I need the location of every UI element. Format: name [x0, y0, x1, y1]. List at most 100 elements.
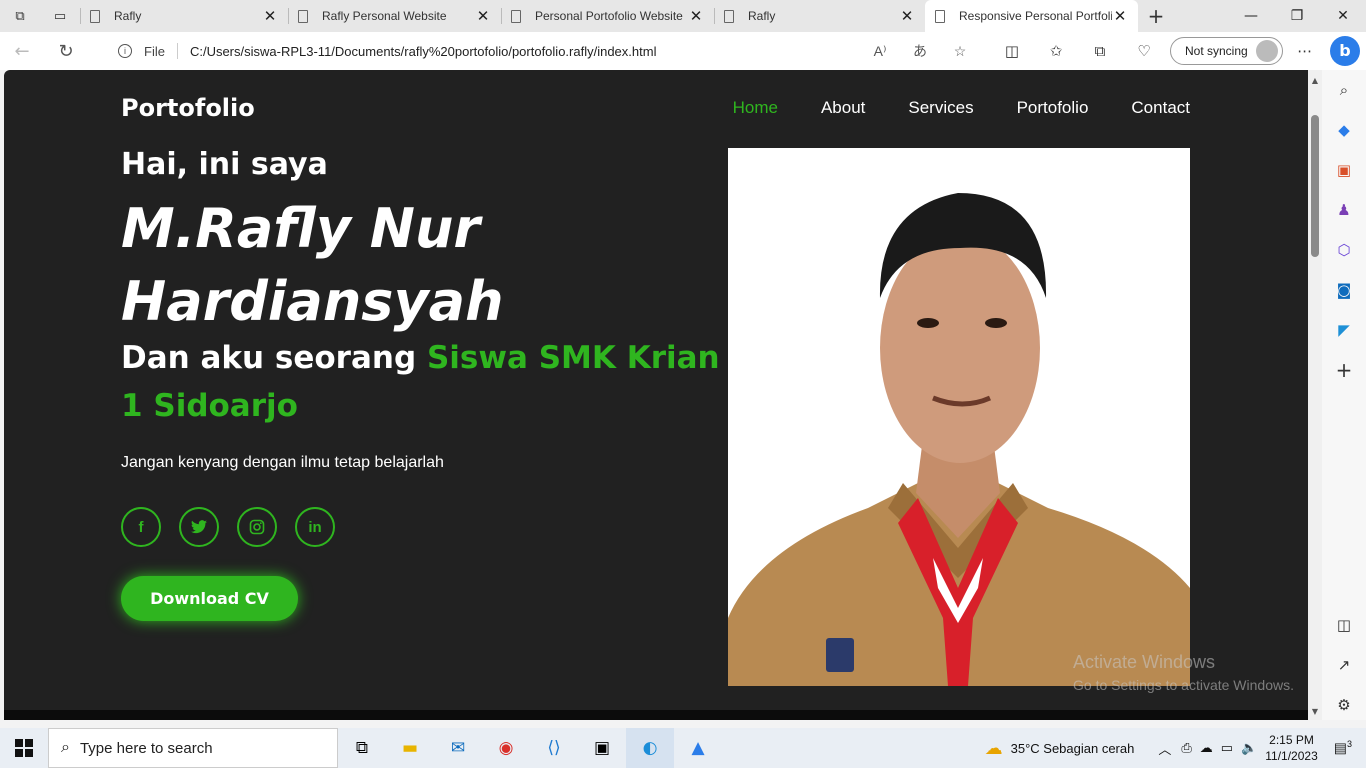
instagram-icon[interactable] [237, 507, 277, 547]
address-bar-row: ← ↻ i File C:/Users/siswa-RPL3-11/Docume… [0, 32, 1366, 70]
volume-icon[interactable]: 🔈 [1241, 740, 1257, 756]
edge-icon[interactable]: ◐ [626, 728, 674, 768]
address-bar[interactable]: i File C:/Users/siswa-RPL3-11/Documents/… [100, 35, 980, 67]
tab-title: Rafly Personal Website [322, 9, 447, 23]
tab-title: Rafly [748, 9, 776, 23]
mail-icon[interactable]: ✉ [434, 728, 482, 768]
hero-motto: Jangan kenyang dengan ilmu tetap belajar… [121, 454, 444, 471]
page-icon [298, 9, 308, 23]
info-icon[interactable]: i [118, 44, 132, 58]
task-view-icon[interactable]: ⧉ [338, 728, 386, 768]
weather-icon[interactable]: ☁ [985, 738, 1003, 759]
tab-separator [501, 8, 502, 24]
file-explorer-icon[interactable]: ▬ [386, 728, 434, 768]
more-menu-icon[interactable]: ⋯ [1283, 42, 1327, 60]
photos-icon[interactable]: ▲ [674, 728, 722, 768]
outlook-icon[interactable]: ◙ [1322, 270, 1366, 310]
collections-icon[interactable]: ⧉ [1078, 42, 1122, 60]
tab-title: Personal Portofolio Website [535, 9, 683, 23]
tab-separator [80, 8, 81, 24]
linkedin-icon[interactable]: in [295, 507, 335, 547]
tab-title: Rafly [114, 9, 142, 23]
clock[interactable]: 2:15 PM 11/1/2023 [1265, 732, 1318, 764]
terminal-icon[interactable]: ▣ [578, 728, 626, 768]
scroll-thumb[interactable] [1311, 115, 1319, 257]
shopping-icon[interactable]: ◆ [1322, 110, 1366, 150]
search-icon[interactable]: ⌕ [1322, 70, 1366, 110]
close-icon[interactable]: ✕ [1112, 7, 1128, 25]
role-prefix: Dan aku seorang [121, 340, 427, 376]
tab-1[interactable]: Rafly ✕ [80, 0, 288, 32]
microsoft-365-icon[interactable]: ⬡ [1322, 230, 1366, 270]
scroll-down-icon[interactable]: ▼ [1310, 707, 1320, 716]
copilot-icon[interactable]: b [1330, 36, 1360, 66]
translate-icon[interactable]: あ [900, 41, 940, 61]
open-external-icon[interactable]: ↗ [1322, 645, 1366, 685]
new-tab-button[interactable]: + [1138, 4, 1174, 28]
search-icon: ⌕ [61, 739, 70, 756]
windows-start-button[interactable] [0, 728, 48, 768]
browser-essentials-icon[interactable]: ♡ [1122, 42, 1166, 60]
divider [176, 43, 178, 59]
hide-sidebar-icon[interactable]: ◫ [1322, 605, 1366, 645]
weather-text[interactable]: 35°C Sebagian cerah [1011, 741, 1135, 756]
nav-portofolio[interactable]: Portofolio [1017, 98, 1089, 118]
file-label: File [144, 43, 165, 59]
avatar [1255, 40, 1278, 62]
minimize-button[interactable]: — [1228, 0, 1274, 32]
close-icon[interactable]: ✕ [688, 7, 704, 25]
tab-4[interactable]: Rafly ✕ [714, 0, 925, 32]
download-cv-button[interactable]: Download CV [121, 576, 298, 621]
nav-about[interactable]: About [821, 98, 865, 118]
tab-actions-icon[interactable]: ▭ [40, 0, 80, 32]
facebook-icon[interactable]: f [121, 507, 161, 547]
refresh-button[interactable]: ↻ [44, 41, 88, 62]
page-icon [90, 9, 100, 23]
watermark-subtitle: Go to Settings to activate Windows. [1073, 677, 1294, 693]
taskbar-search-box[interactable]: ⌕ Type here to search [48, 728, 338, 768]
nav-contact[interactable]: Contact [1131, 98, 1190, 118]
read-aloud-icon[interactable]: A⁾ [860, 43, 900, 60]
page-icon [511, 9, 521, 23]
network-icon[interactable]: ☁ [1200, 740, 1213, 756]
add-sidebar-app-icon[interactable]: + [1322, 350, 1366, 390]
tab-2[interactable]: Rafly Personal Website ✕ [288, 0, 501, 32]
display-icon[interactable]: ▭ [1221, 740, 1233, 756]
meet-now-icon[interactable]: ⎙ [1181, 740, 1191, 756]
vscode-icon[interactable]: ⟨⟩ [530, 728, 578, 768]
favorites-icon[interactable]: ✩ [1034, 42, 1078, 60]
favorite-star-icon[interactable]: ☆ [940, 43, 980, 60]
drop-icon[interactable]: ◤ [1322, 310, 1366, 350]
tools-icon[interactable]: ▣ [1322, 150, 1366, 190]
twitter-icon[interactable] [179, 507, 219, 547]
tab-separator [714, 8, 715, 24]
tab-5-active[interactable]: Responsive Personal Portfolio ✕ [925, 0, 1138, 32]
close-icon[interactable]: ✕ [262, 7, 278, 25]
close-icon[interactable]: ✕ [475, 7, 491, 25]
webpage-viewport: Portofolio Home About Services Portofoli… [4, 70, 1308, 720]
sidebar-settings-icon[interactable]: ⚙ [1322, 685, 1366, 725]
nav-services[interactable]: Services [908, 98, 973, 118]
page-icon [724, 9, 734, 23]
tab-3[interactable]: Personal Portofolio Website ✕ [501, 0, 714, 32]
window-controls: — ❐ ✕ [1228, 0, 1366, 32]
site-logo[interactable]: Portofolio [121, 94, 255, 122]
scroll-up-icon[interactable]: ▲ [1310, 76, 1320, 85]
site-nav: Home About Services Portofolio Contact [733, 98, 1190, 118]
games-icon[interactable]: ♟ [1322, 190, 1366, 230]
profile-sync-button[interactable]: Not syncing [1170, 37, 1283, 65]
back-button[interactable]: ← [0, 41, 44, 62]
close-window-button[interactable]: ✕ [1320, 0, 1366, 32]
url-text[interactable]: C:/Users/siswa-RPL3-11/Documents/rafly%2… [190, 44, 860, 59]
workspaces-icon[interactable]: ⧉ [0, 0, 40, 32]
profile-photo [728, 148, 1190, 686]
close-icon[interactable]: ✕ [899, 7, 915, 25]
show-hidden-icons-icon[interactable]: ︿ [1158, 739, 1171, 758]
nav-home[interactable]: Home [733, 98, 778, 118]
page-scrollbar[interactable]: ▲ ▼ [1308, 70, 1322, 720]
split-screen-icon[interactable]: ◫ [990, 42, 1034, 60]
chrome-icon[interactable]: ◉ [482, 728, 530, 768]
notification-center-icon[interactable]: ▤3 [1334, 739, 1352, 757]
restore-button[interactable]: ❐ [1274, 0, 1320, 32]
